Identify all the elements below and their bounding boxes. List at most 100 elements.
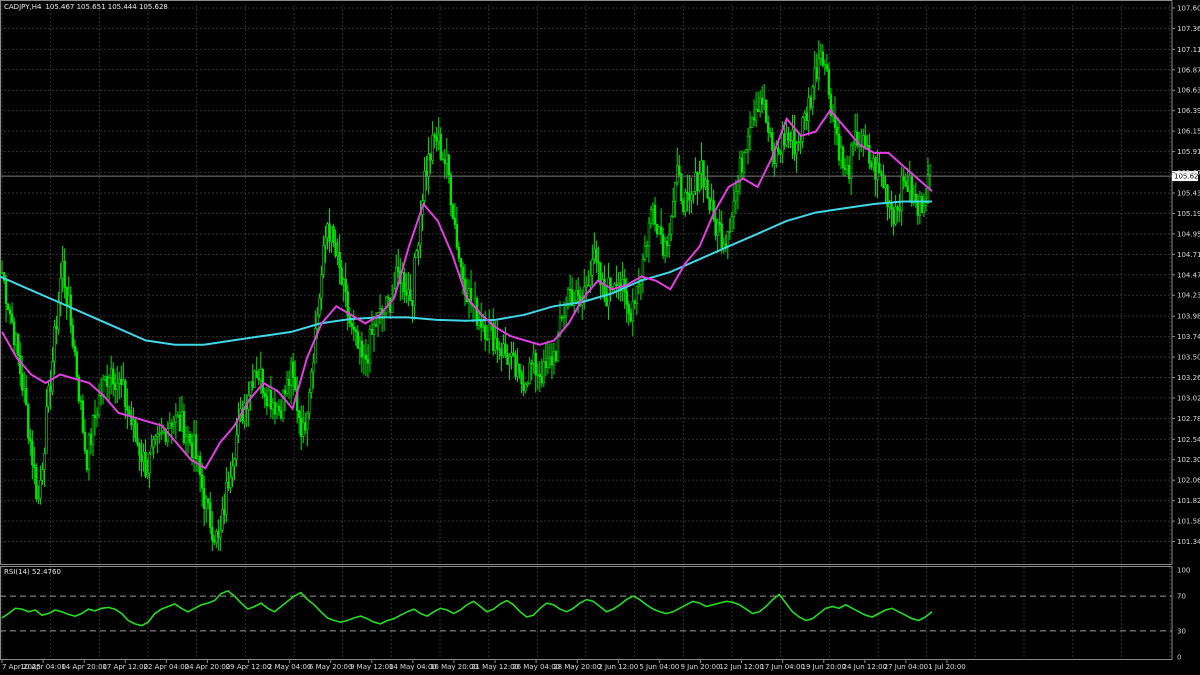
candle-body xyxy=(362,354,366,358)
candle-body xyxy=(827,69,831,95)
price-tick-label: 105.190 xyxy=(1177,210,1200,218)
candle-body xyxy=(21,373,24,391)
candle-body xyxy=(227,481,230,488)
candle-body xyxy=(518,363,521,373)
candle-body xyxy=(97,394,101,416)
rsi-label: RSI(14) 52.4760 xyxy=(4,568,61,576)
chart-grid xyxy=(0,0,1173,660)
candle-body xyxy=(297,410,301,419)
candle-body xyxy=(516,363,519,377)
candle-body xyxy=(186,433,190,437)
candle-body xyxy=(694,172,697,192)
candle-body xyxy=(257,377,260,381)
price-chart: 105.628 107.600107.360107.115106.875106.… xyxy=(0,0,1200,671)
candle-body xyxy=(544,361,548,369)
candle-body xyxy=(435,136,438,142)
candle-body xyxy=(219,529,222,538)
price-tick-label: 102.785 xyxy=(1177,415,1200,423)
candle-body xyxy=(461,266,465,280)
candle-body xyxy=(805,112,808,121)
candle-body xyxy=(744,149,748,154)
candle-body xyxy=(762,100,766,105)
candle-body xyxy=(754,108,758,121)
candle-body xyxy=(839,146,843,161)
candle-body xyxy=(263,392,267,397)
candle-body xyxy=(431,134,434,161)
candle-body xyxy=(152,439,155,448)
time-tick-label: 14 Apr 20:00 xyxy=(61,663,107,671)
candle-body xyxy=(918,196,922,216)
candle-body xyxy=(924,202,928,206)
candle-body xyxy=(498,348,501,351)
candle-body xyxy=(556,334,560,362)
candle-body xyxy=(486,338,489,341)
candle-body xyxy=(409,289,412,301)
candle-body xyxy=(170,423,174,427)
candle-body xyxy=(223,509,226,515)
candle-body xyxy=(55,325,58,330)
price-tick-label: 105.670 xyxy=(1177,169,1200,177)
candle-body xyxy=(488,323,491,340)
candle-body xyxy=(649,209,653,224)
candle-body xyxy=(504,343,507,355)
candle-body xyxy=(864,135,867,147)
candle-body xyxy=(908,175,911,192)
candle-body xyxy=(910,175,913,204)
candle-body xyxy=(29,437,32,442)
candle-body xyxy=(546,358,550,369)
candle-body xyxy=(538,373,541,377)
rsi-tick-label: 30 xyxy=(1177,627,1186,635)
candle-body xyxy=(168,423,172,429)
candle-body xyxy=(10,313,14,323)
candle-body xyxy=(716,221,719,236)
price-tick-label: 106.395 xyxy=(1177,107,1200,115)
candle-body xyxy=(352,326,355,331)
candle-body xyxy=(217,531,220,538)
price-tick-label: 104.950 xyxy=(1177,230,1200,238)
candle-body xyxy=(277,405,281,412)
candle-body xyxy=(771,132,774,151)
candle-body xyxy=(65,287,68,306)
candle-body xyxy=(880,172,883,176)
candle-body xyxy=(758,97,762,113)
candle-body xyxy=(653,204,657,225)
candle-body xyxy=(512,352,515,356)
candle-body xyxy=(251,381,254,388)
candle-body xyxy=(453,218,457,225)
candle-body xyxy=(79,400,83,403)
candle-body xyxy=(204,498,208,509)
candle-body xyxy=(342,278,345,285)
candle-body xyxy=(194,434,198,460)
candle-body xyxy=(314,328,317,364)
price-tick-label: 102.540 xyxy=(1177,436,1200,444)
candle-body xyxy=(882,175,885,189)
candle-body xyxy=(756,108,760,113)
candle-body xyxy=(180,411,184,431)
candle-body xyxy=(370,328,374,335)
candle-body xyxy=(160,431,163,434)
candle-body xyxy=(188,433,192,444)
candle-body xyxy=(132,419,135,426)
candle-body xyxy=(122,380,125,385)
candle-body xyxy=(615,283,618,286)
price-tick-label: 106.155 xyxy=(1177,128,1200,136)
candle-body xyxy=(429,154,432,161)
candle-body xyxy=(750,117,754,128)
candle-body xyxy=(576,290,580,297)
candle-body xyxy=(427,154,430,177)
candle-body xyxy=(809,97,812,108)
candle-body xyxy=(514,355,517,377)
candle-body xyxy=(892,209,895,225)
price-tick-label: 107.600 xyxy=(1177,5,1200,13)
candle-body xyxy=(591,259,594,276)
candle-body xyxy=(75,351,79,378)
symbol-ohlc-header: CADJPY,H4 105.467 105.651 105.444 105.628 xyxy=(4,3,168,11)
candle-body xyxy=(322,244,325,275)
price-tick-label: 106.875 xyxy=(1177,66,1200,74)
candle-body xyxy=(617,283,620,286)
candle-body xyxy=(718,221,721,225)
candle-body xyxy=(221,509,224,531)
candle-body xyxy=(271,402,275,410)
candle-body xyxy=(101,378,105,396)
candle-body xyxy=(176,414,180,417)
